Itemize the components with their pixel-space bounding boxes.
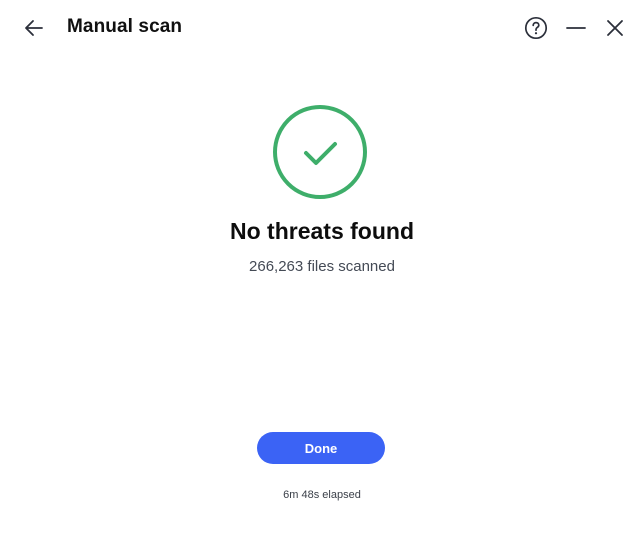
files-scanned-count: 266,263 files scanned <box>249 258 395 275</box>
close-icon <box>607 20 623 36</box>
minimize-icon <box>566 27 586 29</box>
title-bar: Manual scan <box>0 0 644 56</box>
manual-scan-window: Manual scan No threats found 266,263 fil… <box>0 0 644 551</box>
page-title: Manual scan <box>67 16 183 37</box>
elapsed-time: 6m 48s elapsed <box>283 489 361 501</box>
help-button[interactable] <box>522 14 550 42</box>
scan-result-headline: No threats found <box>230 218 414 244</box>
done-button[interactable]: Done <box>257 432 385 464</box>
arrow-left-icon <box>25 20 43 36</box>
check-circle-icon <box>273 105 367 199</box>
close-button[interactable] <box>601 14 629 42</box>
back-button[interactable] <box>20 14 48 42</box>
question-circle-icon <box>524 16 548 40</box>
minimize-button[interactable] <box>562 14 590 42</box>
